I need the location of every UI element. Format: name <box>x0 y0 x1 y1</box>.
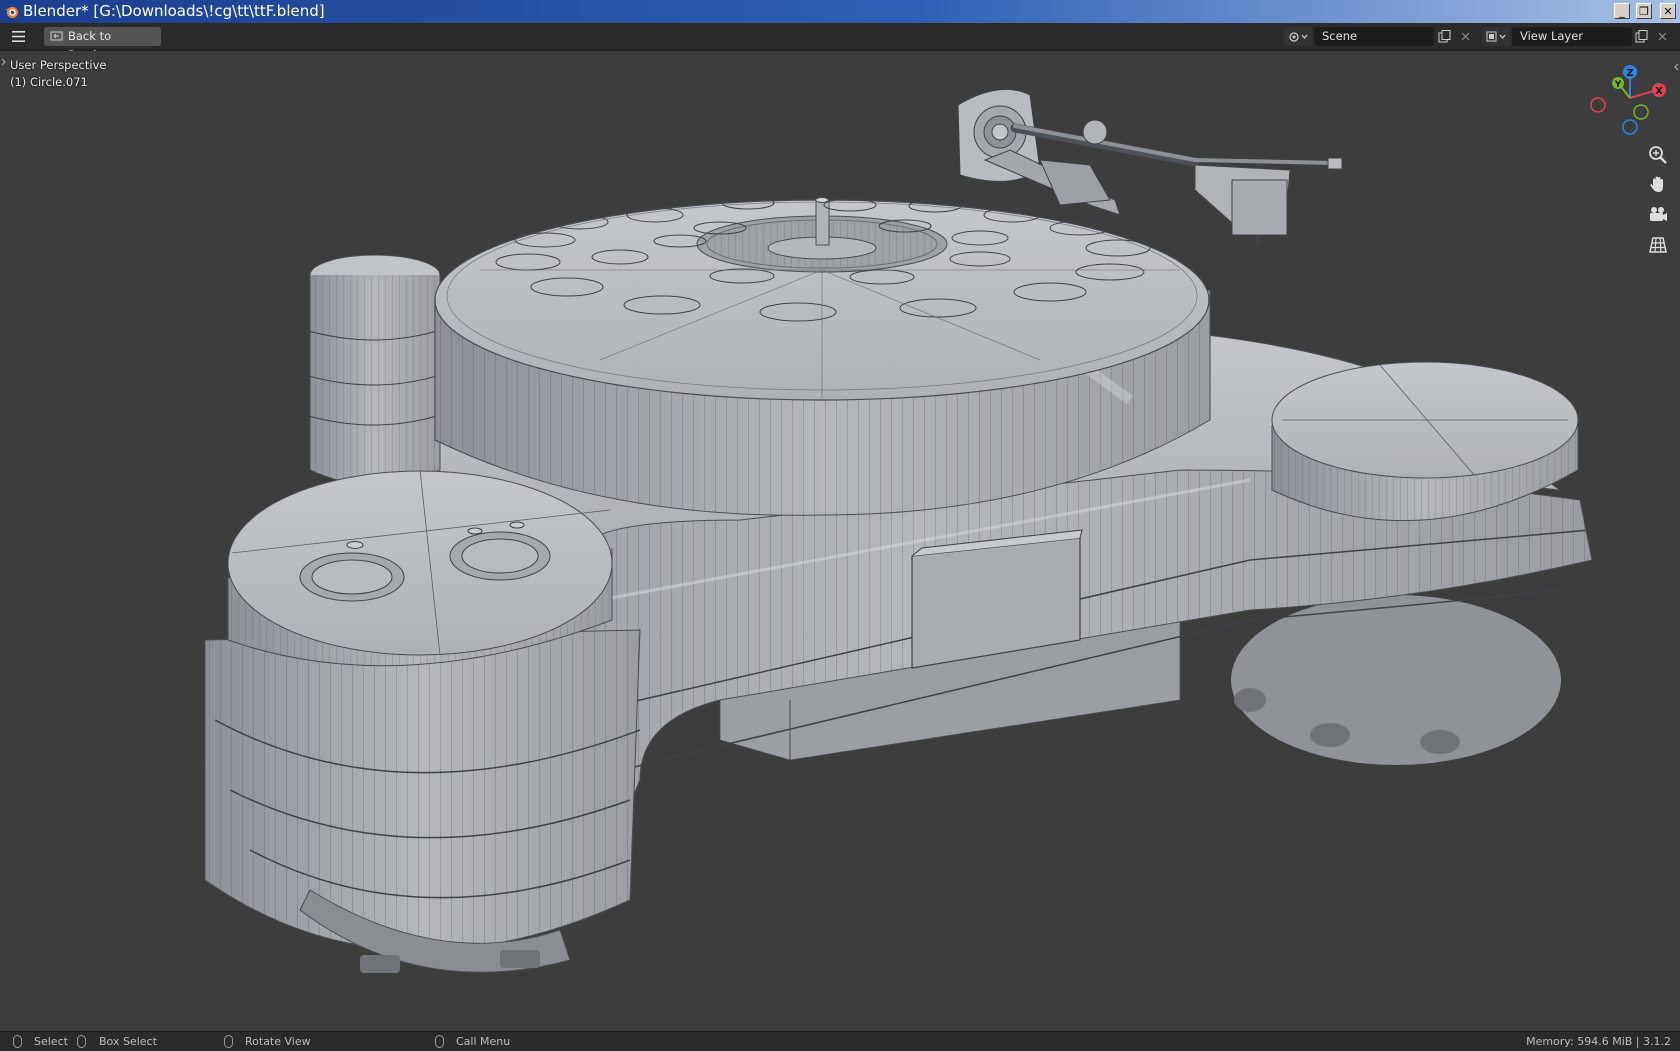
status-bar: Select Box Select Rotate View Call Menu … <box>0 1031 1680 1051</box>
status-rotate-view: Rotate View <box>245 1035 311 1048</box>
hand-icon <box>1650 176 1663 192</box>
duplicate-view-layer-icon[interactable] <box>1634 29 1649 44</box>
window-titlebar: Blender* [G:\Downloads\!cg\tt\ttF.blend]… <box>0 0 1680 23</box>
mouse-middle-icon <box>224 1035 233 1048</box>
turntable-model <box>204 88 1593 973</box>
blender-logo-icon <box>4 6 19 19</box>
close-window-button[interactable]: ✕ <box>1660 3 1676 19</box>
zoom-view-button[interactable] <box>1644 141 1672 169</box>
view-layer-name-field[interactable]: View Layer <box>1512 27 1632 46</box>
mouse-right-icon <box>435 1035 444 1048</box>
active-object-label: (1) Circle.071 <box>10 75 88 89</box>
remove-scene-icon[interactable] <box>1458 29 1473 44</box>
3d-viewport[interactable]: User Perspective (1) Circle.071 Z X Y <box>0 51 1680 1031</box>
grid-perspective-icon <box>1649 237 1667 253</box>
back-to-previous-button[interactable]: Back to Previous <box>44 27 161 62</box>
view-perspective-label: User Perspective <box>10 58 107 72</box>
duplicate-scene-icon[interactable] <box>1437 29 1452 44</box>
mouse-drag-icon <box>77 1035 86 1048</box>
gizmo-y-label: Y <box>1614 80 1622 90</box>
gizmo-x-label: X <box>1655 86 1663 97</box>
fullscreen-exit-icon <box>50 31 63 41</box>
scene-icon <box>1289 32 1308 42</box>
status-box-select: Box Select <box>99 1035 157 1048</box>
restore-button[interactable]: ❐ <box>1636 3 1652 19</box>
status-memory-version: Memory: 594.6 MiB | 3.1.2 <box>1526 1035 1671 1048</box>
toolbar-expand-icon[interactable] <box>0 56 8 68</box>
gizmo-z-label: Z <box>1626 68 1633 79</box>
remove-view-layer-icon[interactable] <box>1655 29 1670 44</box>
navigation-gizmo[interactable]: Z X Y <box>1585 60 1675 145</box>
camera-view-button[interactable] <box>1644 201 1672 229</box>
toggle-perspective-button[interactable] <box>1644 231 1672 259</box>
window-title: Blender* [G:\Downloads\!cg\tt\ttF.blend] <box>23 2 325 20</box>
status-call-menu: Call Menu <box>456 1035 511 1048</box>
scene-browse-button[interactable] <box>1284 27 1312 46</box>
view-layer-browse-button[interactable] <box>1482 27 1510 46</box>
status-select: Select <box>34 1035 68 1048</box>
camera-icon <box>1650 207 1667 221</box>
pan-view-button[interactable] <box>1644 171 1672 199</box>
menu-icon[interactable] <box>11 29 26 44</box>
mouse-left-icon <box>13 1035 22 1048</box>
minimize-button[interactable]: _ <box>1614 3 1630 19</box>
scene-name-field[interactable]: Scene <box>1314 27 1434 46</box>
zoom-icon <box>1649 146 1667 164</box>
viewport-header: Back to Previous Scene View Layer <box>0 23 1680 62</box>
view-layer-icon <box>1486 31 1506 42</box>
sidebar-expand-icon[interactable] <box>1672 61 1680 73</box>
